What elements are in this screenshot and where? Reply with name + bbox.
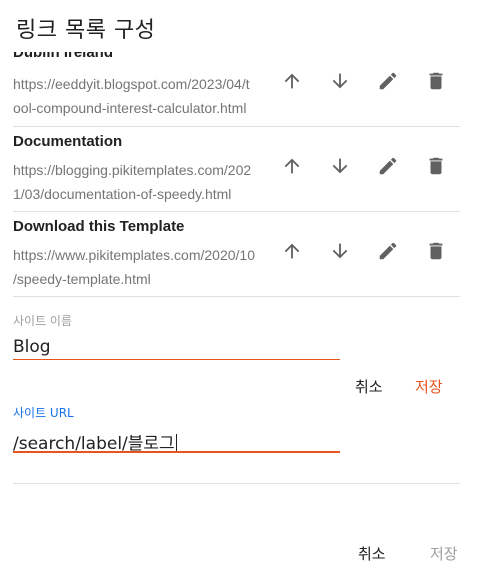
link-name-clipped: Dublin Ireland [13,52,114,61]
arrow-up-icon [284,158,300,174]
arrow-up-icon [284,243,300,259]
delete-button[interactable] [420,150,452,182]
link-url: https://eeddyit.blogspot.com/2023/04/t o… [13,76,250,116]
link-url: https://www.pikitemplates.com/2020/10 /s… [13,247,256,287]
pencil-icon [379,242,397,260]
site-url-underline [13,451,340,453]
delete-button[interactable] [420,65,452,97]
inline-save-button[interactable]: 저장 [415,376,443,397]
divider [13,126,460,127]
trash-icon [429,157,443,175]
trash-icon [429,242,443,260]
cancel-button[interactable]: 취소 [358,543,386,564]
edit-button[interactable] [372,150,404,182]
arrow-down-icon [332,243,348,259]
save-button[interactable]: 저장 [430,543,458,564]
move-up-button[interactable] [276,235,308,267]
dialog-title: 링크 목록 구성 [16,18,156,43]
link-url: https://blogging.pikitemplates.com/202 1… [13,162,252,202]
move-up-button[interactable] [276,150,308,182]
move-down-button[interactable] [324,150,356,182]
link-name: Download this Template [13,218,185,235]
move-up-button[interactable] [276,65,308,97]
edit-button[interactable] [372,65,404,97]
arrow-up-icon [284,73,300,89]
delete-button[interactable] [420,235,452,267]
inline-cancel-button[interactable]: 취소 [355,376,383,397]
link-name: Documentation [13,133,123,150]
site-url-label: 사이트 URL [13,406,74,420]
divider [13,483,460,484]
site-name-input[interactable]: Blog [13,337,340,357]
trash-icon [429,72,443,90]
divider [13,211,460,212]
pencil-icon [379,157,397,175]
pencil-icon [379,72,397,90]
site-name-underline [13,359,340,360]
move-down-button[interactable] [324,65,356,97]
move-down-button[interactable] [324,235,356,267]
edit-button[interactable] [372,235,404,267]
site-name-label: 사이트 이름 [13,314,73,328]
arrow-down-icon [332,158,348,174]
text-cursor [175,434,177,452]
divider [13,296,460,297]
arrow-down-icon [332,73,348,89]
